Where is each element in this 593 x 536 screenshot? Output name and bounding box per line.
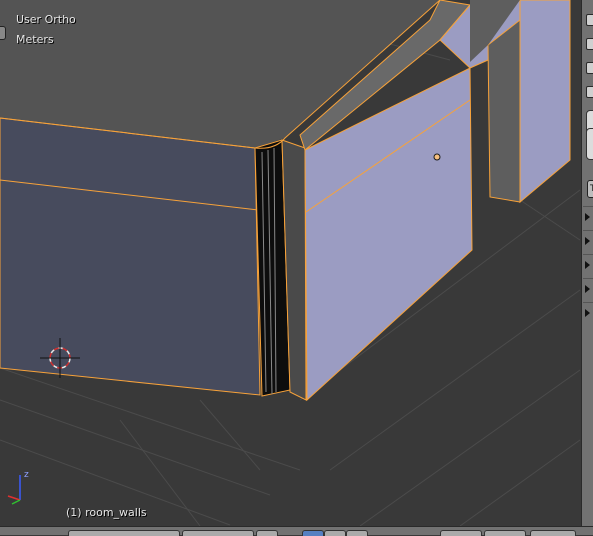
panel-checkbox[interactable] [586, 86, 593, 98]
view-name-label: User Ortho [16, 13, 76, 26]
panel-divider [583, 254, 593, 255]
selected-wall-pillar-front[interactable] [519, 0, 571, 204]
menu-button[interactable] [68, 530, 180, 536]
panel-arrow-icon[interactable] [585, 237, 590, 245]
tab-tools[interactable]: T [587, 180, 593, 198]
panel-arrow-icon[interactable] [585, 261, 590, 269]
panel-divider [583, 206, 593, 207]
select-mode-vertex[interactable] [302, 530, 324, 536]
panel-divider [583, 302, 593, 303]
origin-dot-icon[interactable] [433, 153, 441, 161]
panel-divider [583, 230, 593, 231]
panel-divider [583, 278, 593, 279]
layer-buttons[interactable] [484, 530, 526, 536]
3d-viewport[interactable]: z User Ortho Meters (1) room_walls [0, 0, 593, 534]
layer-buttons[interactable] [440, 530, 482, 536]
scene-canvas[interactable]: z [0, 0, 593, 534]
select-mode-edge[interactable] [324, 530, 346, 536]
panel-arrow-icon[interactable] [585, 309, 590, 317]
select-mode-face[interactable] [346, 530, 368, 536]
axis-z-label: z [24, 470, 29, 480]
panel-checkbox[interactable] [586, 38, 593, 50]
mode-select[interactable] [182, 530, 254, 536]
panel-button[interactable] [586, 128, 593, 160]
wall-front-face[interactable] [0, 117, 261, 396]
object-info-label: (1) room_walls [66, 506, 147, 519]
panel-arrow-icon[interactable] [585, 213, 590, 221]
panel-checkbox[interactable] [586, 14, 593, 26]
panel-arrow-icon[interactable] [585, 285, 590, 293]
axis-gizmo-icon: z [7, 470, 29, 505]
pivot-button[interactable] [256, 530, 278, 536]
toggle-toolshelf-icon[interactable] [0, 26, 6, 40]
panel-checkbox[interactable] [586, 62, 593, 74]
selected-wall-pillar-side[interactable] [487, 18, 521, 203]
snap-button[interactable] [530, 530, 576, 536]
properties-panel[interactable]: T [581, 0, 593, 526]
units-label: Meters [16, 33, 54, 46]
